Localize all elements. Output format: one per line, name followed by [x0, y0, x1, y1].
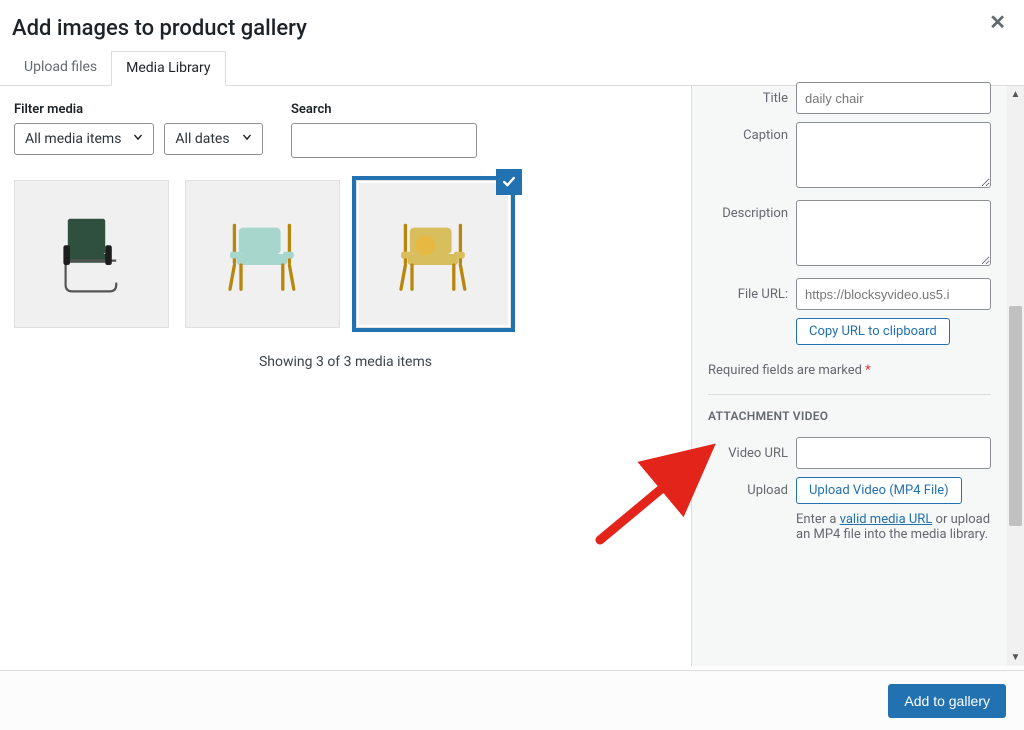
scrollbar-up-icon[interactable]: ▲ — [1007, 86, 1024, 103]
file-url-input[interactable] — [796, 278, 991, 310]
filter-media-label: Filter media — [14, 94, 263, 123]
media-count-text: Showing 3 of 3 media items — [14, 354, 677, 370]
upload-label: Upload — [708, 477, 796, 498]
chair-light-teal-icon — [208, 199, 318, 309]
divider — [708, 394, 991, 395]
tabs: Upload files Media Library — [0, 51, 1024, 86]
caption-label: Caption — [708, 122, 796, 143]
upload-video-button[interactable]: Upload Video (MP4 File) — [796, 477, 962, 504]
filter-media-type-select[interactable]: All media items — [14, 123, 154, 155]
attachment-details-panel: Title Caption Description — [691, 86, 1007, 666]
title-input[interactable] — [796, 82, 991, 114]
media-thumbnail[interactable] — [14, 180, 169, 328]
filter-dates-value: All dates — [175, 131, 229, 147]
valid-media-url-link[interactable]: valid media URL — [840, 512, 933, 527]
search-label: Search — [291, 94, 477, 123]
attachment-video-heading: ATTACHMENT VIDEO — [708, 409, 991, 423]
description-label: Description — [708, 200, 796, 221]
caption-textarea[interactable] — [796, 122, 991, 188]
required-note-text: Required fields are marked — [708, 363, 862, 378]
media-library-pane: Filter media All media items All dates — [0, 86, 691, 666]
required-note: Required fields are marked * — [708, 363, 991, 378]
tab-media-library[interactable]: Media Library — [111, 51, 225, 86]
media-thumbnail[interactable] — [356, 180, 511, 328]
copy-url-button[interactable]: Copy URL to clipboard — [796, 318, 950, 345]
media-grid — [14, 180, 677, 328]
title-label: Title — [708, 91, 796, 106]
search-input[interactable] — [291, 123, 477, 158]
media-modal: Add images to product gallery ✕ Upload f… — [0, 0, 1024, 730]
filter-media-type-value: All media items — [25, 131, 121, 147]
video-url-label: Video URL — [708, 446, 796, 461]
upload-help-text: Enter a valid media URL or upload an MP4… — [796, 512, 991, 542]
media-thumbnail[interactable] — [185, 180, 340, 328]
scrollbar-down-icon[interactable]: ▼ — [1007, 649, 1024, 666]
file-url-label: File URL: — [708, 287, 796, 302]
chevron-down-icon — [240, 130, 254, 148]
add-to-gallery-button[interactable]: Add to gallery — [888, 684, 1006, 718]
modal-title: Add images to product gallery — [0, 0, 1024, 51]
chair-dark-green-icon — [37, 199, 147, 309]
sidebar-scrollbar[interactable]: ▲ ▼ — [1007, 86, 1024, 666]
selected-check-icon[interactable] — [496, 169, 522, 195]
description-textarea[interactable] — [796, 200, 991, 266]
help-prefix: Enter a — [796, 512, 840, 527]
scrollbar-thumb[interactable] — [1009, 306, 1022, 526]
modal-footer: Add to gallery — [0, 670, 1024, 730]
close-icon[interactable]: ✕ — [989, 10, 1006, 34]
attachment-panel-container: Title Caption Description — [691, 86, 1024, 666]
filter-row: Filter media All media items All dates — [14, 94, 677, 158]
chair-mustard-icon — [379, 199, 489, 309]
filter-dates-select[interactable]: All dates — [164, 123, 262, 155]
modal-body: Filter media All media items All dates — [0, 86, 1024, 666]
required-asterisk: * — [865, 363, 871, 378]
chevron-down-icon — [131, 130, 145, 148]
tab-upload-files[interactable]: Upload files — [10, 51, 111, 86]
video-url-input[interactable] — [796, 437, 991, 469]
